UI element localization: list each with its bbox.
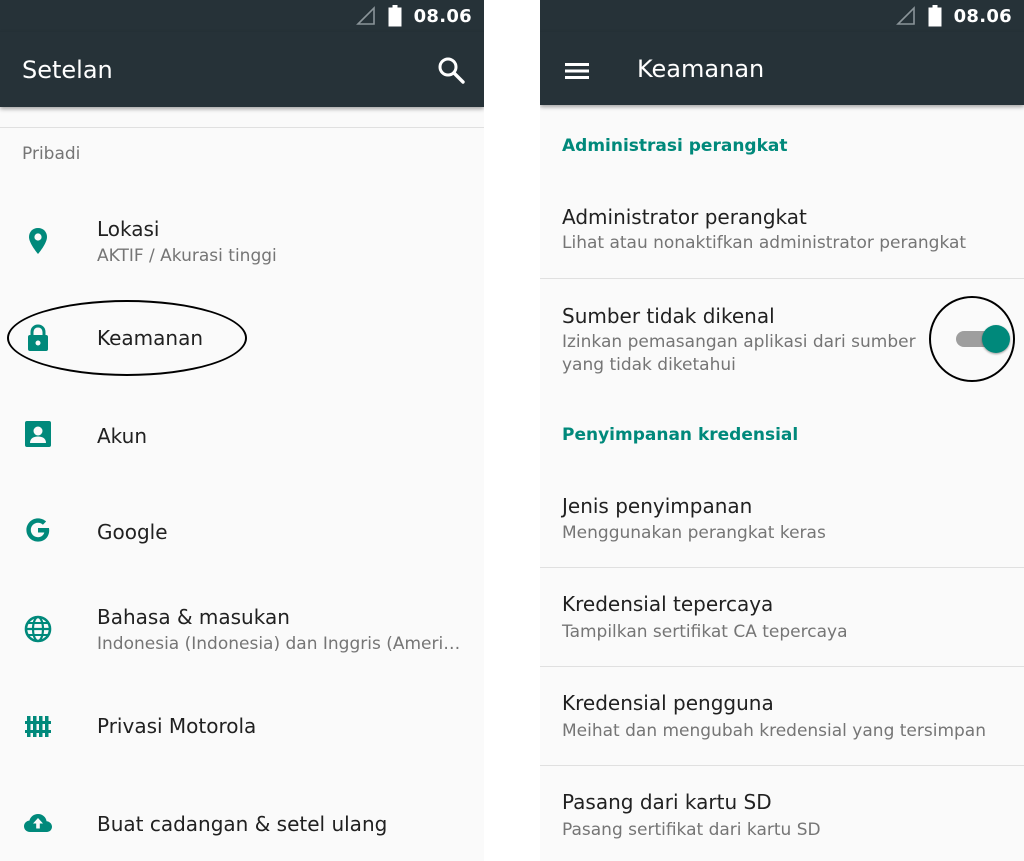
security-item-subtitle: Menggunakan perangkat keras xyxy=(562,523,826,543)
account-icon xyxy=(25,421,51,447)
settings-item-subtitle: Indonesia (Indonesia) dan Inggris (Ameri… xyxy=(97,634,463,654)
settings-item-privasi-motorola[interactable]: Privasi Motorola xyxy=(0,690,484,766)
settings-item-title: Privasi Motorola xyxy=(97,714,257,738)
settings-item-akun[interactable]: Akun xyxy=(0,400,484,476)
app-bar: Setelan xyxy=(0,32,484,107)
status-time: 08.06 xyxy=(953,5,1012,27)
divider xyxy=(0,127,484,128)
settings-item-lokasi[interactable]: Lokasi AKTIF / Akurasi tinggi xyxy=(0,195,484,285)
security-item-title: Kredensial pengguna xyxy=(562,691,774,715)
cloud-upload-icon xyxy=(24,814,52,832)
security-item-title: Jenis penyimpanan xyxy=(562,494,753,518)
status-bar: 08.06 xyxy=(0,0,484,32)
security-screen: 08.06 Keamanan Administrasi perangkat Ad… xyxy=(540,0,1024,861)
settings-item-title: Bahasa & masukan xyxy=(97,605,290,629)
page-title: Setelan xyxy=(22,55,113,84)
signal-icon xyxy=(355,6,375,25)
fence-icon xyxy=(25,716,51,737)
globe-icon xyxy=(24,615,52,643)
signal-icon xyxy=(895,6,915,25)
highlight-circle xyxy=(929,296,1015,382)
security-item-jenis-penyimpanan[interactable]: Jenis penyimpanan Menggunakan perangkat … xyxy=(540,480,1024,567)
security-item-pasang-kartu-sd[interactable]: Pasang dari kartu SD Pasang sertifikat d… xyxy=(540,766,1024,861)
security-item-kredensial-tepercaya[interactable]: Kredensial tepercaya Tampilkan sertifika… xyxy=(540,568,1024,666)
settings-item-title: Akun xyxy=(97,424,147,448)
search-icon[interactable] xyxy=(436,55,466,85)
app-bar: Keamanan xyxy=(540,32,1024,105)
security-item-kredensial-pengguna[interactable]: Kredensial pengguna Meihat dan mengubah … xyxy=(540,667,1024,765)
battery-icon xyxy=(928,5,942,27)
settings-item-title: Buat cadangan & setel ulang xyxy=(97,812,388,836)
settings-item-google[interactable]: Google xyxy=(0,496,484,572)
security-item-subtitle: Tampilkan sertifikat CA tepercaya xyxy=(562,622,848,642)
page-title: Keamanan xyxy=(637,55,765,83)
security-item-subtitle: Izinkan pemasangan aplikasi dari sumber … xyxy=(562,332,916,375)
security-item-title: Sumber tidak dikenal xyxy=(562,304,775,328)
section-header-pribadi: Pribadi xyxy=(22,144,81,164)
location-icon xyxy=(29,228,47,254)
section-header-administrasi: Administrasi perangkat xyxy=(562,136,788,156)
security-item-subtitle: Pasang sertifikat dari kartu SD xyxy=(562,820,821,840)
battery-icon xyxy=(388,5,402,27)
settings-item-title: Google xyxy=(97,520,168,544)
security-item-title: Pasang dari kartu SD xyxy=(562,790,772,814)
security-item-administrator[interactable]: Administrator perangkat Lihat atau nonak… xyxy=(540,190,1024,278)
status-bar: 08.06 xyxy=(540,0,1024,32)
hamburger-menu-icon[interactable] xyxy=(562,56,592,86)
security-item-title: Kredensial tepercaya xyxy=(562,592,774,616)
security-item-title: Administrator perangkat xyxy=(562,205,807,229)
settings-screen: 08.06 Setelan Pribadi Lokasi AKTIF / Aku… xyxy=(0,0,484,861)
highlight-ellipse xyxy=(7,300,247,376)
security-item-subtitle: Meihat dan mengubah kredensial yang ters… xyxy=(562,721,986,741)
status-time: 08.06 xyxy=(413,5,472,27)
settings-item-title: Lokasi xyxy=(97,217,160,241)
section-header-penyimpanan: Penyimpanan kredensial xyxy=(562,425,799,445)
security-item-subtitle: Lihat atau nonaktifkan administrator per… xyxy=(562,233,967,253)
settings-item-bahasa[interactable]: Bahasa & masukan Indonesia (Indonesia) d… xyxy=(0,585,484,675)
settings-item-buat-cadangan[interactable]: Buat cadangan & setel ulang xyxy=(0,786,484,861)
google-icon xyxy=(26,518,50,542)
settings-item-subtitle: AKTIF / Akurasi tinggi xyxy=(97,246,277,266)
